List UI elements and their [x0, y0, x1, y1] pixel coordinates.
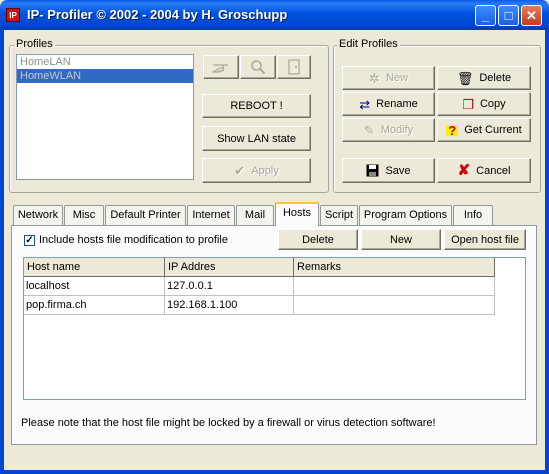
tab-default-printer[interactable]: Default Printer [105, 205, 186, 225]
profiles-group-label: Profiles [14, 38, 55, 50]
cancel-button[interactable]: ✘ Cancel [437, 158, 531, 183]
apply-button[interactable]: ✔ Apply [202, 158, 311, 183]
tab-mail[interactable]: Mail [236, 205, 274, 225]
search-button[interactable] [240, 55, 276, 79]
tab-network[interactable]: Network [13, 205, 63, 225]
tab-script[interactable]: Script [320, 205, 358, 225]
column-header-ip-address[interactable]: IP Addres [165, 258, 294, 277]
app-icon: IP [6, 8, 20, 22]
red-x-icon: ✘ [457, 162, 471, 179]
copy-profile-button[interactable]: ❐ Copy [437, 92, 531, 116]
new-profile-label: New [385, 72, 408, 84]
column-header-remarks[interactable]: Remarks [294, 258, 495, 277]
tab-internet[interactable]: Internet [187, 205, 235, 225]
include-hosts-label: Include hosts file modification to profi… [39, 234, 228, 246]
rename-profile-button[interactable]: ⇄ Rename [342, 92, 435, 116]
question-mark-icon: ? [446, 122, 459, 138]
profile-item-homelan[interactable]: HomeLAN [17, 55, 193, 69]
copy-profile-label: Copy [479, 98, 506, 110]
rename-arrows-icon: ⇄ [359, 96, 371, 112]
window-title: IP- Profiler © 2002 - 2004 by H. Groschu… [27, 7, 288, 22]
hosts-table[interactable]: Host name IP Addres Remarks localhost 12… [23, 257, 526, 400]
modify-icon: ✎ [363, 122, 375, 138]
exit-door-button[interactable] [277, 55, 311, 79]
hand-tool-button[interactable] [203, 55, 239, 79]
profiles-list[interactable]: HomeLAN HomeWLAN [16, 54, 194, 180]
include-hosts-checkbox[interactable]: ✓ [24, 235, 35, 246]
reboot-button[interactable]: REBOOT ! [202, 94, 311, 118]
magnifier-icon [251, 60, 266, 75]
show-lan-state-button[interactable]: Show LAN state [202, 126, 311, 151]
get-current-label: Get Current [464, 124, 522, 136]
tab-misc[interactable]: Misc [64, 205, 104, 225]
minimize-button[interactable]: _ [475, 5, 496, 26]
delete-profile-button[interactable]: 🗑 Delete [437, 66, 531, 90]
copy-documents-icon: ❐ [462, 96, 474, 112]
close-button[interactable]: ✕ [521, 5, 542, 26]
save-button[interactable]: Save [342, 158, 435, 183]
tab-hosts[interactable]: Hosts [275, 202, 319, 226]
host-new-button[interactable]: New [361, 229, 441, 250]
window-frame-left [0, 30, 4, 474]
lock-warning-note: Please note that the host file might be … [21, 417, 436, 429]
tab-program-options[interactable]: Program Options [359, 205, 452, 225]
window-frame-right [545, 30, 549, 474]
remarks-cell[interactable] [294, 277, 495, 296]
save-label: Save [385, 164, 411, 177]
cancel-label: Cancel [476, 164, 511, 177]
trash-can-icon: 🗑 [456, 70, 474, 86]
delete-profile-label: Delete [479, 72, 512, 84]
floppy-disk-icon [366, 164, 379, 178]
new-profile-button[interactable]: ✲ New [342, 66, 435, 90]
edit-profiles-group-label: Edit Profiles [337, 38, 400, 50]
get-current-button[interactable]: ? Get Current [437, 118, 531, 142]
tab-info[interactable]: Info [453, 205, 493, 225]
profile-item-homewlan[interactable]: HomeWLAN [17, 69, 193, 83]
host-name-cell[interactable]: localhost [24, 277, 165, 296]
apply-button-label: Apply [251, 164, 279, 177]
remarks-cell[interactable] [294, 296, 495, 315]
host-name-cell[interactable]: pop.firma.ch [24, 296, 165, 315]
column-header-host-name[interactable]: Host name [24, 258, 165, 277]
checkmark-icon: ✔ [234, 163, 246, 178]
ip-address-cell[interactable]: 192.168.1.100 [165, 296, 294, 315]
window-frame-bottom [0, 470, 549, 474]
new-sparkle-icon: ✲ [369, 70, 380, 86]
door-icon [288, 59, 300, 75]
maximize-button[interactable]: □ [498, 5, 519, 26]
pointing-hand-icon [212, 64, 228, 73]
modify-profile-label: Modify [380, 124, 414, 136]
modify-profile-button[interactable]: ✎ Modify [342, 118, 435, 142]
rename-profile-label: Rename [376, 98, 418, 110]
open-host-file-button[interactable]: Open host file [444, 229, 526, 250]
host-delete-button[interactable]: Delete [278, 229, 358, 250]
ip-address-cell[interactable]: 127.0.0.1 [165, 277, 294, 296]
